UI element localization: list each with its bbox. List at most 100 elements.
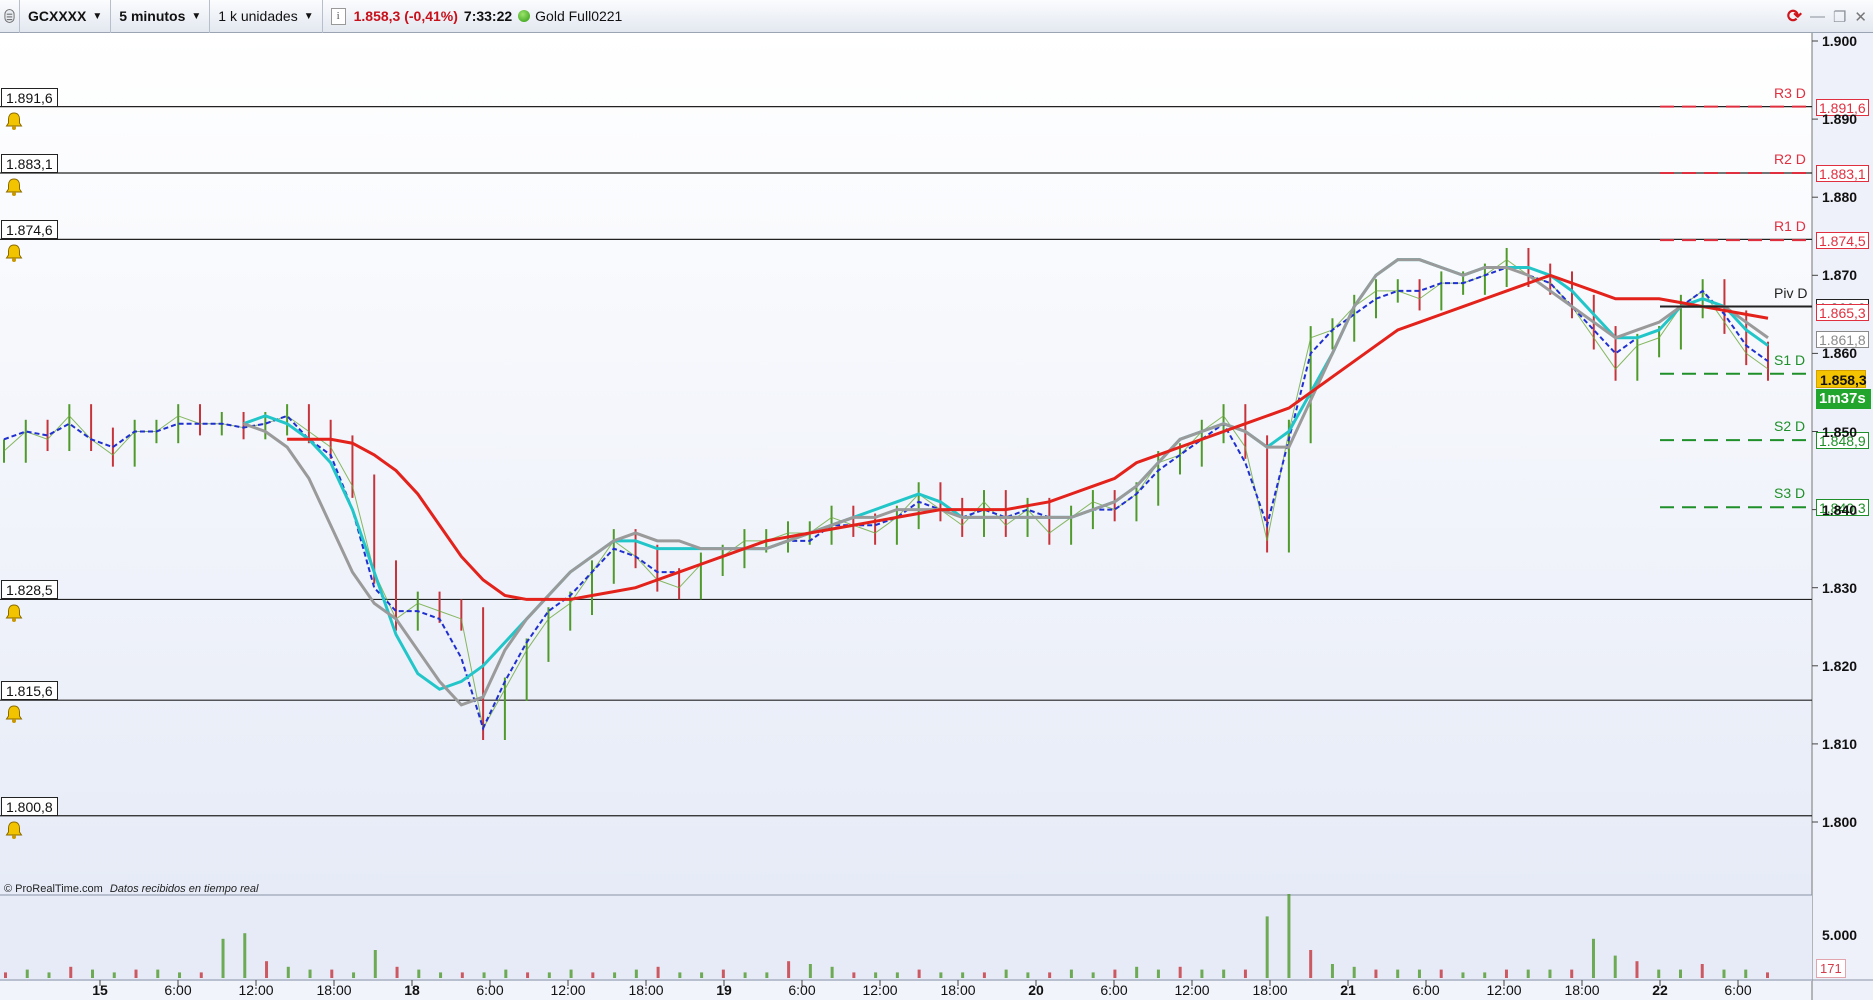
volume-bar (286, 966, 290, 978)
volume-bar (134, 969, 138, 978)
volume-bar (939, 972, 943, 978)
volume-bar (526, 972, 530, 978)
volume-bar (417, 969, 421, 978)
price-tick-label: 1.860 (1822, 345, 1858, 362)
volume-bar (765, 972, 769, 978)
volume-bar (874, 972, 878, 978)
alert-bell-icon[interactable] (4, 177, 24, 197)
volume-bar (1396, 969, 1400, 978)
alert-bell-icon[interactable] (4, 603, 24, 623)
volume-bar (721, 969, 725, 978)
volume-bar (895, 972, 899, 978)
volume-bar (1635, 961, 1639, 978)
volume-bar (1287, 894, 1291, 978)
current-price-marker: 1.858,3 (1816, 370, 1867, 388)
price-chart[interactable] (0, 0, 1873, 1000)
time-tick-label: 6:00 (476, 982, 504, 998)
volume-bar (395, 966, 399, 978)
time-tick-label: 18 (404, 982, 420, 998)
time-tick-label: 6:00 (1724, 982, 1752, 998)
volume-bar (852, 972, 856, 978)
volume-bar (199, 972, 203, 978)
volume-bar (482, 972, 486, 978)
price-tick-label: 1.870 (1822, 267, 1858, 284)
volume-bar (1657, 969, 1661, 978)
realtime-note: Datos recibidos en tiempo real (109, 883, 259, 895)
price-tick-label: 1.830 (1822, 579, 1858, 596)
volume-bar (1504, 969, 1508, 978)
volume-bar (982, 972, 986, 978)
pivot-label: R2 D (1774, 150, 1806, 167)
volume-bar (1461, 972, 1465, 978)
level-label: 1.891,6 (1, 87, 58, 107)
volume-bar (1113, 969, 1117, 978)
volume-bar (1026, 972, 1030, 978)
time-tick-label: 18:00 (1564, 982, 1600, 998)
volume-bar (504, 969, 508, 978)
volume-bar (1548, 969, 1552, 978)
alert-bell-icon[interactable] (4, 820, 24, 840)
time-tick-label: 18:00 (1252, 982, 1288, 998)
volume-bar (221, 938, 225, 978)
volume-bar (547, 972, 551, 978)
alert-bell-icon[interactable] (4, 243, 24, 263)
pivot-label: R1 D (1774, 218, 1806, 235)
volume-bar (808, 964, 812, 978)
volume-bar (439, 972, 443, 978)
time-tick-label: 6:00 (788, 982, 816, 998)
time-tick-label: 12:00 (862, 982, 898, 998)
volume-bar (634, 969, 638, 978)
price-tick-label: 1.850 (1822, 423, 1858, 440)
time-tick-label: 19 (716, 982, 732, 998)
candle-countdown: 1m37s (1816, 389, 1871, 409)
volume-bar (1744, 969, 1748, 978)
volume-bar (47, 972, 51, 978)
volume-bar (1700, 964, 1704, 978)
pivot-label: S2 D (1774, 418, 1806, 435)
volume-bar (25, 969, 29, 978)
volume-bar (1722, 969, 1726, 978)
volume-bar (1417, 969, 1421, 978)
time-tick-label: 21 (1340, 982, 1356, 998)
time-tick-label: 12:00 (1486, 982, 1522, 998)
volume-bar (1004, 969, 1008, 978)
plot-area (0, 33, 1812, 895)
level-label: 1.800,8 (1, 796, 58, 816)
volume-bar (830, 966, 834, 978)
volume-bar (569, 969, 573, 978)
time-tick-label: 6:00 (164, 982, 192, 998)
volume-bar (1243, 969, 1247, 978)
volume-bar (700, 972, 704, 978)
volume-bar (265, 961, 269, 978)
alert-bell-icon[interactable] (4, 704, 24, 724)
volume-bar (1613, 955, 1617, 978)
volume-bar (1200, 969, 1204, 978)
volume-bar (1591, 938, 1595, 978)
volume-bar (69, 966, 73, 978)
price-tick-label: 1.810 (1822, 735, 1858, 752)
volume-bar (308, 969, 312, 978)
volume-bar (678, 972, 682, 978)
level-label: 1.815,6 (1, 681, 58, 701)
volume-bar (91, 969, 95, 978)
volume-bar (1570, 969, 1574, 978)
time-tick-label: 6:00 (1100, 982, 1128, 998)
volume-bar (1178, 966, 1182, 978)
volume-bar (4, 972, 7, 978)
volume-bar (1135, 966, 1139, 978)
alert-bell-icon[interactable] (4, 111, 24, 131)
volume-bar (1678, 969, 1682, 978)
level-label: 1.874,6 (1, 220, 58, 240)
volume-tick-label: 5.000 (1822, 927, 1858, 943)
time-tick-label: 15 (92, 982, 108, 998)
volume-bar (112, 972, 116, 978)
volume-bar (1330, 964, 1334, 978)
chart-window: GCXXXX ▼ 5 minutos ▼ 1 k unidades ▼ i 1.858… (0, 0, 1873, 1000)
volume-bar (1048, 972, 1052, 978)
pivot-label: R3 D (1774, 84, 1806, 101)
level-label: 1.828,5 (1, 580, 58, 600)
volume-bar (1156, 969, 1160, 978)
level-label: 1.883,1 (1, 153, 58, 173)
axis-marker: 1.865,3 (1816, 304, 1869, 321)
pivot-value: 1.874,5 (1816, 232, 1869, 250)
